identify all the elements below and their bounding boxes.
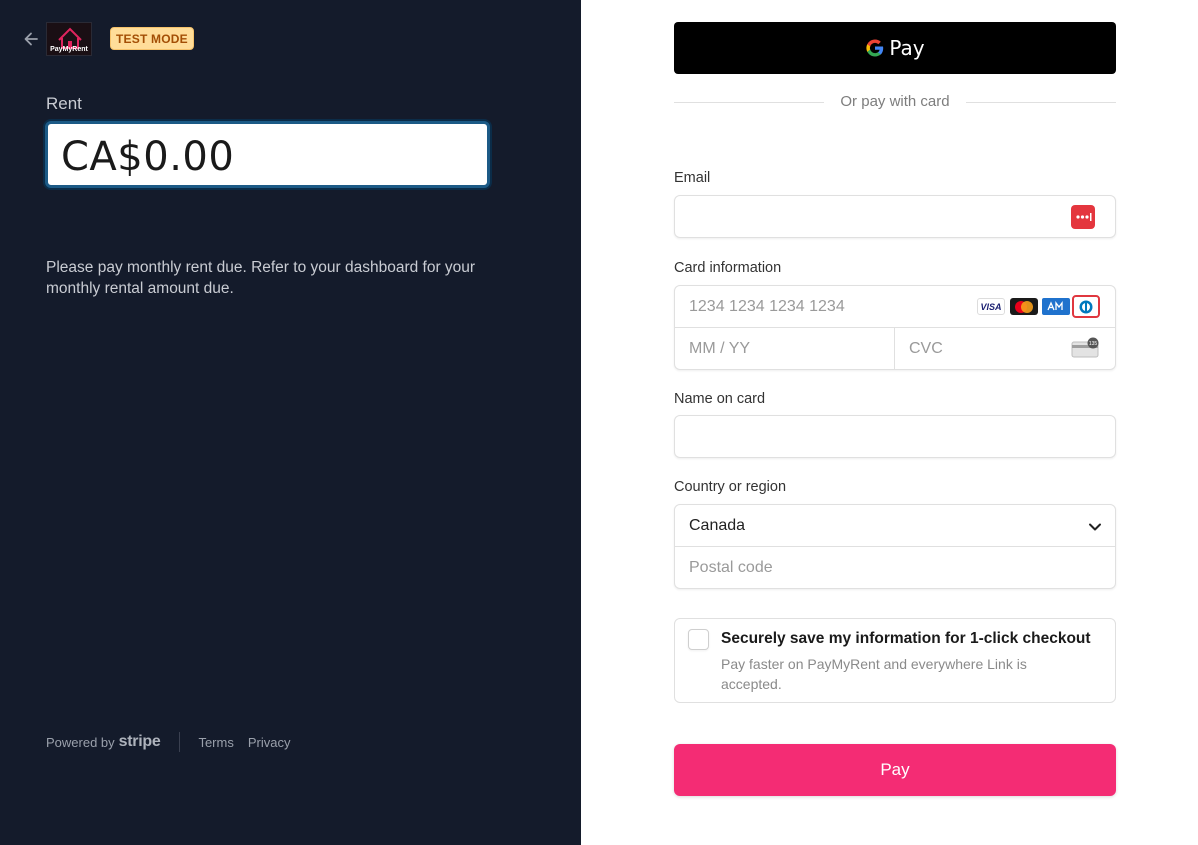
logo-text: PayMyRent [50, 46, 88, 53]
business-logo[interactable]: PayMyRent [46, 22, 92, 56]
footer-divider [179, 732, 181, 752]
email-field[interactable] [674, 195, 1116, 238]
card-info-group: 1234 1234 1234 1234 VISA MM / YY CVC 135 [674, 285, 1116, 370]
privacy-link[interactable]: Privacy [248, 735, 291, 750]
email-label: Email [674, 170, 711, 186]
country-label: Country or region [674, 479, 787, 495]
amount-value: CA$0.00 [61, 134, 235, 180]
arrow-left-icon[interactable] [21, 29, 41, 49]
password-manager-icon[interactable] [1071, 205, 1095, 229]
product-name: Rent [46, 94, 82, 113]
product-description: Please pay monthly rent due. Refer to yo… [46, 259, 476, 297]
name-label: Name on card [674, 391, 766, 407]
footer: Powered by stripe Terms Privacy [46, 732, 304, 752]
card-info-label: Card information [674, 260, 782, 276]
expiry-placeholder: MM / YY [689, 340, 751, 357]
postal-placeholder: Postal code [689, 559, 773, 576]
mastercard-icon [1010, 298, 1038, 315]
payment-panel: Pay Or pay with card Email Card informat… [581, 0, 1198, 845]
expiry-input[interactable]: MM / YY [675, 328, 895, 370]
save-info-title: Securely save my information for 1-click… [721, 630, 1091, 647]
chevron-down-icon [1089, 523, 1101, 531]
terms-link[interactable]: Terms [198, 735, 233, 750]
save-info-subtitle: Pay faster on PayMyRent and everywhere L… [721, 656, 1027, 692]
svg-text:135: 135 [1089, 341, 1098, 347]
cvc-placeholder: CVC [909, 340, 943, 357]
country-value: Canada [689, 517, 746, 534]
cvc-input[interactable]: CVC 135 [895, 328, 1115, 370]
country-select[interactable]: Canada [675, 505, 1115, 547]
card-number-placeholder: 1234 1234 1234 1234 [689, 298, 845, 315]
amex-icon [1042, 298, 1070, 315]
save-info-checkbox[interactable] [688, 629, 709, 650]
google-g-icon [866, 39, 884, 57]
test-mode-badge: TEST MODE [110, 27, 194, 50]
diners-icon [1072, 295, 1100, 318]
pay-button[interactable]: Pay [674, 744, 1116, 796]
address-group: Canada Postal code [674, 504, 1116, 589]
amount-input[interactable]: CA$0.00 [45, 121, 490, 188]
or-divider: Or pay with card [674, 92, 1116, 112]
google-pay-button[interactable]: Pay [674, 22, 1116, 74]
card-number-input[interactable]: 1234 1234 1234 1234 VISA [675, 286, 1115, 328]
powered-by-text: Powered by [46, 734, 115, 750]
link-save-option: Securely save my information for 1-click… [674, 618, 1116, 703]
postal-code-input[interactable]: Postal code [675, 547, 1115, 589]
divider-text: Or pay with card [832, 93, 958, 110]
name-on-card-input[interactable] [674, 415, 1116, 458]
cvc-card-icon: 135 [1071, 337, 1101, 359]
stripe-logo[interactable]: stripe [119, 733, 161, 751]
google-pay-label: Pay [889, 36, 925, 60]
visa-icon: VISA [977, 298, 1005, 315]
summary-panel: PayMyRent TEST MODE Rent CA$0.00 Please … [0, 0, 581, 845]
